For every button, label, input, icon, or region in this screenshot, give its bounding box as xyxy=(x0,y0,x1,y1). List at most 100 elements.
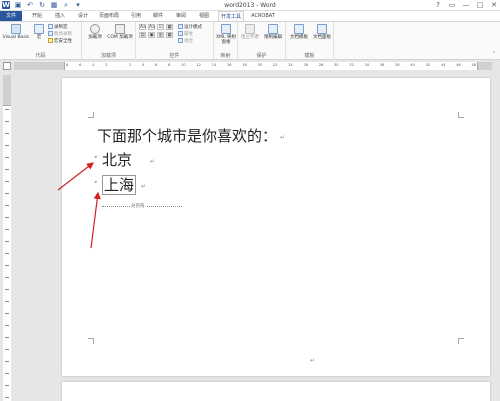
question-heading[interactable]: 下面那个城市是你喜欢的： ↵ xyxy=(97,125,285,146)
collapse-ribbon-icon[interactable]: ⌃ xyxy=(492,52,496,58)
ruler-number: 44 xyxy=(440,63,446,67)
group-label-addins: 加载项 xyxy=(100,53,116,59)
pause-recording-label: 暂停录制 xyxy=(54,32,72,37)
warning-icon xyxy=(48,38,53,43)
ruler-number: 4 xyxy=(92,63,95,67)
properties-label: 属性 xyxy=(184,32,193,37)
maximize-button[interactable]: □ xyxy=(476,1,484,9)
picture-control[interactable]: ▦ xyxy=(166,24,173,30)
help-button[interactable]: ? xyxy=(434,1,442,9)
option-beijing[interactable]: 北京 xyxy=(102,151,132,169)
tab-developer[interactable]: 开发工具 xyxy=(218,11,244,21)
group-icon xyxy=(178,38,183,43)
page-break-label: 分页符 xyxy=(130,203,146,209)
ribbon-display-button[interactable]: ▭ xyxy=(448,1,456,9)
tab-view[interactable]: 视图 xyxy=(195,11,213,21)
window-controls: ? ▭ — □ ✕ xyxy=(434,1,498,9)
ruler-number: 32 xyxy=(349,63,354,67)
vertical-ruler[interactable] xyxy=(3,75,11,401)
tab-selector[interactable] xyxy=(3,62,11,70)
ruler-number: 8 xyxy=(66,63,69,67)
record-macro-label: 录制宏 xyxy=(54,25,68,30)
block-authors-button[interactable]: 阻止作者 xyxy=(240,24,260,40)
pause-recording-icon xyxy=(48,31,53,36)
ruler-number: 42 xyxy=(425,63,431,67)
record-macro-button[interactable]: 录制宏 xyxy=(48,24,68,31)
com-addins-button[interactable]: COM 加载项 xyxy=(106,24,134,40)
group-templates: 文档模板 文档面板 模板 xyxy=(286,22,334,60)
tab-design[interactable]: 设计 xyxy=(74,11,92,21)
checkbox-control[interactable]: ☑ xyxy=(157,24,164,30)
ruler-number: 38 xyxy=(395,63,400,67)
group-label-templates: 模板 xyxy=(304,53,315,59)
visual-basic-icon xyxy=(11,24,21,34)
ruler-number: 2 xyxy=(105,63,108,67)
group-protect: 阻止作者 限制编辑 保护 xyxy=(238,22,286,60)
design-mode-button[interactable]: 设计模式 xyxy=(178,24,202,31)
ruler-number: 2 xyxy=(129,63,132,67)
legacy-tools-control[interactable]: ▦ xyxy=(166,32,173,38)
ruler-number: 26 xyxy=(303,63,308,67)
document-template-button[interactable]: 文档模板 xyxy=(288,24,310,40)
dropdown-control[interactable]: ▣ xyxy=(148,32,155,38)
com-addins-icon xyxy=(115,24,125,34)
horizontal-ruler[interactable]: 8 6 4 2 2 4 6 8 10 12 14 16 18 20 22 24 26 28 30 32 34 36 38 40… xyxy=(14,62,492,70)
option-line-1[interactable]: # 北京 ↵ xyxy=(94,149,155,170)
group-addins: 加载项 COM 加载项 加载项 xyxy=(82,22,136,60)
addins-label: 加载项 xyxy=(88,35,102,40)
window-title: word2013 - Word xyxy=(224,2,276,9)
rich-text-control[interactable]: Aa xyxy=(139,24,146,30)
ruler-number: 22 xyxy=(272,63,278,67)
paragraph-mark: ↵ xyxy=(280,134,286,141)
plain-text-control[interactable]: Aa xyxy=(148,24,155,30)
paragraph-mark: ↵ xyxy=(310,357,316,364)
combo-box-control[interactable]: ▤ xyxy=(139,32,146,38)
content-control-marker: # xyxy=(94,179,98,184)
minimize-button[interactable]: — xyxy=(462,1,470,9)
tab-page-layout[interactable]: 页面布局 xyxy=(96,11,122,21)
ruler-number: 24 xyxy=(288,63,293,67)
xml-mapping-icon xyxy=(221,24,231,34)
document-panel-button[interactable]: 文档面板 xyxy=(311,24,333,40)
tab-references[interactable]: 引用 xyxy=(127,11,145,21)
option-line-2[interactable]: # 上海 ↵ xyxy=(94,174,146,195)
group-button[interactable]: 组合 xyxy=(178,38,193,45)
tab-review[interactable]: 审阅 xyxy=(172,11,190,21)
properties-icon xyxy=(178,31,183,36)
ruler-number: 28 xyxy=(318,63,324,67)
restrict-editing-button[interactable]: 限制编辑 xyxy=(262,24,284,40)
group-controls: Aa Aa ☑ ▦ ▤ ▣ ▥ ▦ 设计模式 属性 组合 控件 xyxy=(136,22,214,60)
ruler-number: 40 xyxy=(410,63,415,67)
ruler-number: 16 xyxy=(227,63,232,67)
tab-mailings[interactable]: 邮件 xyxy=(149,11,167,21)
tab-acrobat[interactable]: ACROBAT xyxy=(249,11,277,21)
ruler-number: 10 xyxy=(181,63,186,67)
macro-security-label: 宏安全性 xyxy=(54,39,72,44)
tab-file[interactable]: 文件 xyxy=(0,11,22,21)
close-button[interactable]: ✕ xyxy=(490,1,498,9)
controls-grid: Aa Aa ☑ ▦ ▤ ▣ ▥ ▦ xyxy=(139,24,173,38)
xml-mapping-label: XML 映射窗格 xyxy=(216,35,236,45)
macros-button[interactable]: 宏 xyxy=(32,24,46,40)
design-mode-icon xyxy=(178,24,183,29)
ruler-number: 14 xyxy=(211,63,217,67)
date-picker-control[interactable]: ▥ xyxy=(157,32,164,38)
content-control-marker: # xyxy=(94,154,98,159)
tab-home[interactable]: 开始 xyxy=(28,11,46,21)
document-template-label: 文档模板 xyxy=(290,35,308,40)
visual-basic-button[interactable]: Visual Basic xyxy=(2,24,30,40)
option-shanghai[interactable]: 上海 xyxy=(102,175,137,195)
gear-icon xyxy=(90,24,100,34)
document-page[interactable]: 下面那个城市是你喜欢的： ↵ # 北京 ↵ # 上海 ↵ 分页符 ↵ xyxy=(62,78,490,376)
properties-button[interactable]: 属性 xyxy=(178,31,193,38)
xml-mapping-button[interactable]: XML 映射窗格 xyxy=(216,24,236,45)
macro-security-button[interactable]: 宏安全性 xyxy=(48,38,72,45)
lock-icon xyxy=(268,24,278,34)
next-page[interactable] xyxy=(62,382,490,401)
page-break: 分页符 xyxy=(102,203,182,209)
margin-corner-top-right xyxy=(458,112,464,118)
pause-recording-button[interactable]: 暂停录制 xyxy=(48,31,72,38)
tab-insert[interactable]: 插入 xyxy=(51,11,69,21)
addins-button[interactable]: 加载项 xyxy=(86,24,104,40)
margin-corner-top-left xyxy=(88,112,94,118)
